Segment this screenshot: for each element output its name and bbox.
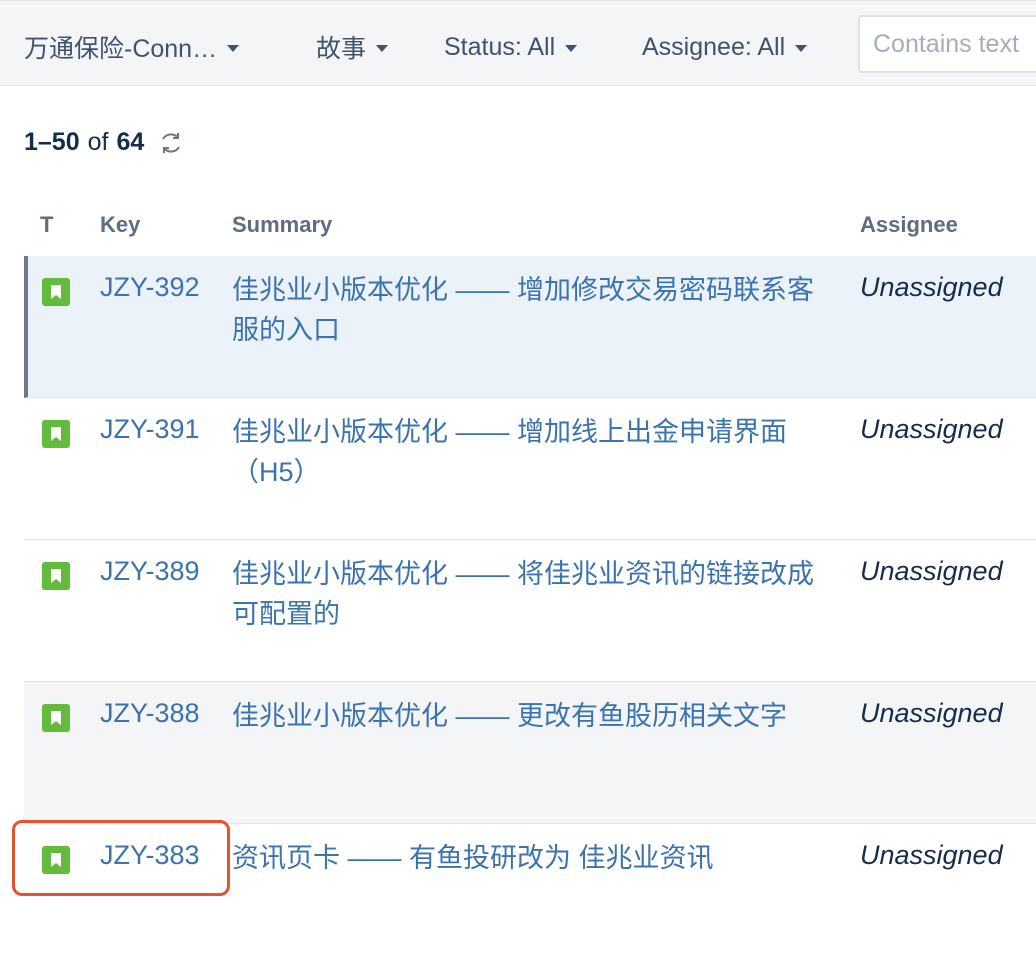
table-row[interactable]: JZY-389 佳兆业小版本优化 —— 将佳兆业资讯的链接改成可配置的 Unas…	[24, 540, 1036, 682]
chevron-down-icon	[795, 44, 808, 52]
story-icon	[42, 846, 70, 874]
issue-assignee: Unassigned	[860, 556, 1003, 586]
column-header-type[interactable]: T	[40, 212, 53, 238]
story-icon	[42, 278, 70, 306]
refresh-icon[interactable]	[158, 130, 184, 156]
result-count: 1–50 of 64	[24, 128, 184, 157]
column-header-key[interactable]: Key	[100, 212, 140, 238]
issue-summary[interactable]: 佳兆业小版本优化 —— 将佳兆业资讯的链接改成可配置的	[232, 554, 822, 634]
issue-assignee: Unassigned	[860, 698, 1003, 728]
column-header-assignee[interactable]: Assignee	[860, 212, 958, 238]
chevron-down-icon	[565, 44, 578, 52]
issue-assignee: Unassigned	[860, 840, 1003, 870]
search-input[interactable]	[858, 15, 1036, 73]
story-icon	[42, 562, 70, 590]
assignee-filter-label: Assignee: All	[642, 32, 786, 61]
story-icon	[42, 704, 70, 732]
table-row[interactable]: JZY-383 资讯页卡 —— 有鱼投研改为 佳兆业资讯 Unassigned	[24, 824, 1036, 966]
issue-assignee: Unassigned	[860, 272, 1003, 302]
issue-key[interactable]: JZY-391	[100, 414, 200, 445]
status-filter[interactable]: Status: All	[444, 27, 578, 67]
issue-assignee: Unassigned	[860, 414, 1003, 444]
column-header-summary[interactable]: Summary	[232, 212, 332, 238]
type-filter-label: 故事	[316, 35, 367, 63]
issue-key[interactable]: JZY-388	[100, 698, 200, 729]
table-row[interactable]: JZY-388 佳兆业小版本优化 —— 更改有鱼股历相关文字 Unassigne…	[24, 682, 1036, 824]
type-filter[interactable]: 故事	[316, 27, 389, 67]
issue-summary[interactable]: 资讯页卡 —— 有鱼投研改为 佳兆业资讯	[232, 838, 822, 878]
table-row[interactable]: JZY-392 佳兆业小版本优化 —— 增加修改交易密码联系客服的入口 Unas…	[24, 256, 1036, 398]
issue-key[interactable]: JZY-383	[100, 840, 200, 871]
status-filter-label: Status: All	[444, 32, 556, 61]
table-header: T Key Summary Assignee	[0, 212, 1036, 244]
assignee-filter[interactable]: Assignee: All	[642, 27, 808, 67]
issue-summary[interactable]: 佳兆业小版本优化 —— 更改有鱼股历相关文字	[232, 696, 822, 736]
result-of: of	[87, 128, 109, 156]
issue-key[interactable]: JZY-392	[100, 272, 200, 303]
issue-key[interactable]: JZY-389	[100, 556, 200, 587]
project-filter-label: 万通保险-Conn…	[24, 35, 218, 63]
chevron-down-icon	[227, 44, 240, 52]
table-row[interactable]: JZY-391 佳兆业小版本优化 —— 增加线上出金申请界面（H5） Unass…	[24, 398, 1036, 540]
filter-bar: 万通保险-Conn… 故事 Status: All Assignee: All	[0, 0, 1036, 86]
story-icon	[42, 420, 70, 448]
chevron-down-icon	[376, 44, 389, 52]
issue-summary[interactable]: 佳兆业小版本优化 —— 增加修改交易密码联系客服的入口	[232, 270, 822, 350]
project-filter[interactable]: 万通保险-Conn…	[24, 27, 240, 67]
result-range: 1–50	[24, 128, 80, 156]
result-total: 64	[116, 128, 145, 156]
issue-summary[interactable]: 佳兆业小版本优化 —— 增加线上出金申请界面（H5）	[232, 412, 822, 492]
